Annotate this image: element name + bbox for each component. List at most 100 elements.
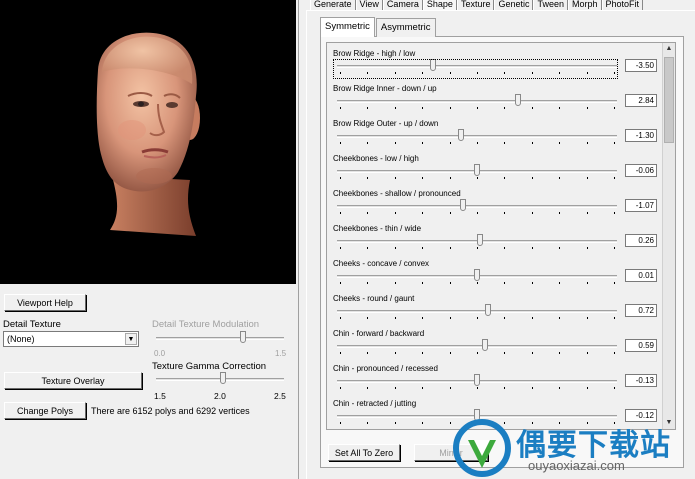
shape-label: Cheeks - concave / convex [333,259,430,268]
shape-value-field[interactable]: -1.07 [625,199,657,212]
slider-thumb[interactable] [485,304,491,316]
modulation-max: 1.5 [275,349,287,358]
shape-value-field[interactable]: -0.13 [625,374,657,387]
shape-slider[interactable] [337,199,617,215]
face-render [96,32,200,236]
watermark-logo [453,419,511,477]
shape-value-field[interactable]: 0.26 [625,234,657,247]
slider-track [337,345,617,348]
slider-ticks [340,352,615,354]
shape-label: Brow Ridge Inner - down / up [333,84,437,93]
gamma-mid: 2.0 [214,391,226,401]
slider-track [156,337,284,340]
change-polys-button[interactable]: Change Polys [4,402,86,419]
modulation-slider[interactable] [156,331,284,347]
shape-slider[interactable] [337,339,617,355]
tab-texture[interactable]: Texture [456,0,495,10]
shape-slider[interactable] [337,164,617,180]
shape-slider[interactable] [337,304,617,320]
shape-label: Cheekbones - shallow / pronounced [333,189,461,198]
shape-value-field[interactable]: -0.06 [625,164,657,177]
slider-thumb[interactable] [220,372,226,384]
slider-ticks [340,387,615,389]
gamma-slider[interactable] [156,372,284,388]
modulation-min: 0.0 [154,349,166,358]
shape-row: Cheekbones - low / high -0.06 [327,150,663,185]
shape-slider[interactable] [337,234,617,250]
slider-thumb[interactable] [482,339,488,351]
tab-genetic[interactable]: Genetic [494,0,534,10]
slider-thumb[interactable] [474,269,480,281]
slider-ticks [340,142,615,144]
slider-thumb[interactable] [477,234,483,246]
tab-photofit[interactable]: PhotoFit [601,0,644,10]
detail-texture-select[interactable]: (None) ▼ [3,331,139,347]
slider-ticks [340,247,615,249]
shape-slider[interactable] [337,129,617,145]
slider-ticks [340,177,615,179]
chevron-down-icon[interactable]: ▼ [125,333,137,345]
slider-ticks [340,107,615,109]
shape-label: Brow Ridge - high / low [333,49,416,58]
shape-row: Cheekbones - shallow / pronounced -1.07 [327,185,663,220]
shape-label: Chin - retracted / jutting [333,399,417,408]
shape-slider[interactable] [337,269,617,285]
shape-value-field[interactable]: 2.84 [625,94,657,107]
texture-overlay-button[interactable]: Texture Overlay [4,372,142,389]
set-all-to-zero-button[interactable]: Set All To Zero [328,444,400,461]
shape-row: Cheeks - round / gaunt 0.72 [327,290,663,325]
shape-row: Cheekbones - thin / wide 0.26 [327,220,663,255]
main-tabs: Generate View Camera Shape Texture Genetic Twe… [310,0,644,10]
shape-value-field[interactable]: 0.59 [625,339,657,352]
slider-track [337,135,617,138]
shape-value-field[interactable]: 0.72 [625,304,657,317]
tab-camera[interactable]: Camera [382,0,423,10]
shape-label: Chin - pronounced / recessed [333,364,438,373]
shape-value-field[interactable]: 0.01 [625,269,657,282]
slider-thumb[interactable] [474,164,480,176]
3d-viewport[interactable] [0,0,296,284]
tab-view[interactable]: View [355,0,383,10]
shape-slider-list[interactable]: ▲ ▼ Brow Ridge - high / low -3.50 Brow Rid… [326,42,676,430]
shape-slider[interactable] [337,374,617,390]
scroll-up-icon[interactable]: ▲ [663,43,675,55]
shape-row: Brow Ridge - high / low -3.50 [327,45,663,80]
slider-thumb[interactable] [458,129,464,141]
detail-texture-label: Detail Texture [3,319,61,330]
tab-symmetric[interactable]: Symmetric [320,17,375,37]
watermark-url: ouyaoxiazai.com [528,458,625,473]
gamma-max: 2.5 [274,391,286,401]
tab-tween[interactable]: Tween [533,0,569,10]
shape-value-field[interactable]: -3.50 [625,59,657,72]
subtabs: Symmetric Asymmetric [320,17,437,37]
slider-thumb[interactable] [460,199,466,211]
shape-value-field[interactable]: -1.30 [625,129,657,142]
viewport-help-button[interactable]: Viewport Help [4,294,86,311]
shape-row: Chin - pronounced / recessed -0.13 [327,360,663,395]
shape-row: Brow Ridge Inner - down / up 2.84 [327,80,663,115]
slider-track [337,100,617,103]
site-watermark: 偶要下载站 ouyaoxiazai.com [452,416,695,479]
tab-shape[interactable]: Shape [422,0,457,10]
scrollbar-thumb[interactable] [664,57,674,143]
slider-thumb[interactable] [474,374,480,386]
detail-texture-value: (None) [7,334,35,344]
tab-morph[interactable]: Morph [568,0,602,10]
shape-row: Cheeks - concave / convex 0.01 [327,255,663,290]
shape-slider[interactable] [337,94,617,110]
poly-info: There are 6152 polys and 6292 vertices [91,406,250,416]
tab-generate[interactable]: Generate [310,0,356,10]
panel-divider [298,0,299,479]
shape-label: Chin - forward / backward [333,329,425,338]
focus-rect [333,59,618,79]
shape-row: Brow Ridge Outer - up / down -1.30 [327,115,663,150]
shape-label: Cheekbones - thin / wide [333,224,422,233]
tab-asymmetric[interactable]: Asymmetric [375,18,436,37]
vertical-scrollbar[interactable]: ▲ ▼ [662,43,675,429]
shape-row: Chin - forward / backward 0.59 [327,325,663,360]
slider-thumb[interactable] [240,331,246,343]
slider-ticks [340,282,615,284]
slider-thumb[interactable] [515,94,521,106]
slider-ticks [340,317,615,319]
modulation-label: Detail Texture Modulation [152,319,260,330]
